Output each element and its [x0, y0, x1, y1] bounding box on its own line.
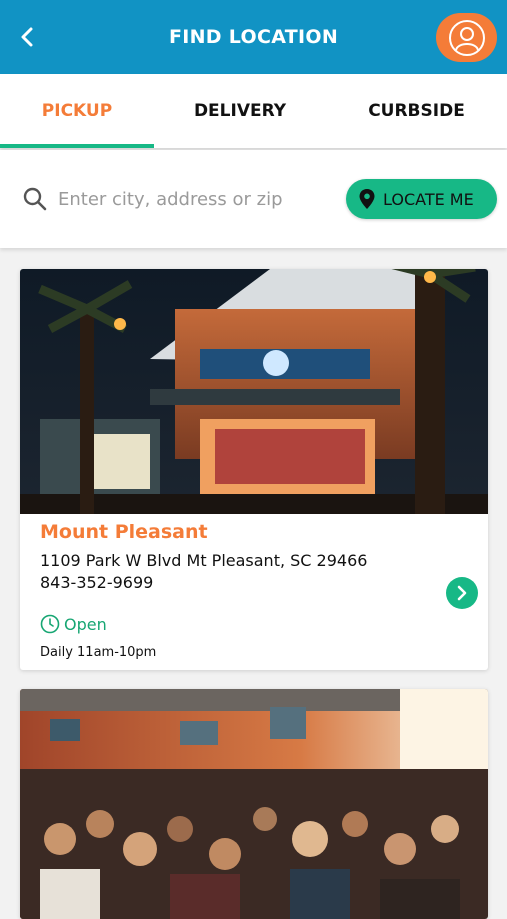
location-name[interactable]: Mount Pleasant: [40, 521, 208, 543]
location-card[interactable]: Mount Pleasant 1109 Park W Blvd Mt Pleas…: [20, 269, 488, 670]
search-input[interactable]: [58, 180, 338, 218]
active-tab-indicator: [0, 144, 154, 148]
locate-me-button[interactable]: LOCATE ME: [346, 179, 497, 219]
location-address: 1109 Park W Blvd Mt Pleasant, SC 29466: [40, 551, 368, 570]
page-title: FIND LOCATION: [168, 26, 339, 48]
location-photo: [20, 269, 488, 514]
location-phone[interactable]: 843-352-9699: [40, 573, 153, 592]
order-type-tabs: PICKUP DELIVERY CURBSIDE: [0, 74, 507, 148]
back-button[interactable]: [12, 22, 42, 52]
location-hours: Daily 11am-10pm: [40, 645, 157, 660]
tab-curbside[interactable]: CURBSIDE: [326, 74, 507, 148]
location-card[interactable]: [20, 689, 488, 919]
search-bar: LOCATE ME: [0, 150, 507, 248]
locate-me-label: LOCATE ME: [383, 189, 474, 209]
search-icon: [23, 187, 47, 211]
profile-button[interactable]: [436, 13, 497, 62]
location-photo: [20, 689, 488, 919]
open-status: Open: [40, 614, 107, 634]
clock-icon: [40, 614, 60, 634]
location-details-button[interactable]: [446, 577, 478, 609]
status-label: Open: [64, 614, 107, 634]
app-header: FIND LOCATION: [0, 0, 507, 74]
tab-delivery[interactable]: DELIVERY: [154, 74, 326, 148]
chevron-right-icon: [457, 585, 467, 601]
tab-pickup[interactable]: PICKUP: [0, 74, 154, 148]
map-pin-icon: [359, 189, 375, 209]
user-icon: [448, 19, 485, 56]
chevron-left-icon: [21, 27, 33, 47]
